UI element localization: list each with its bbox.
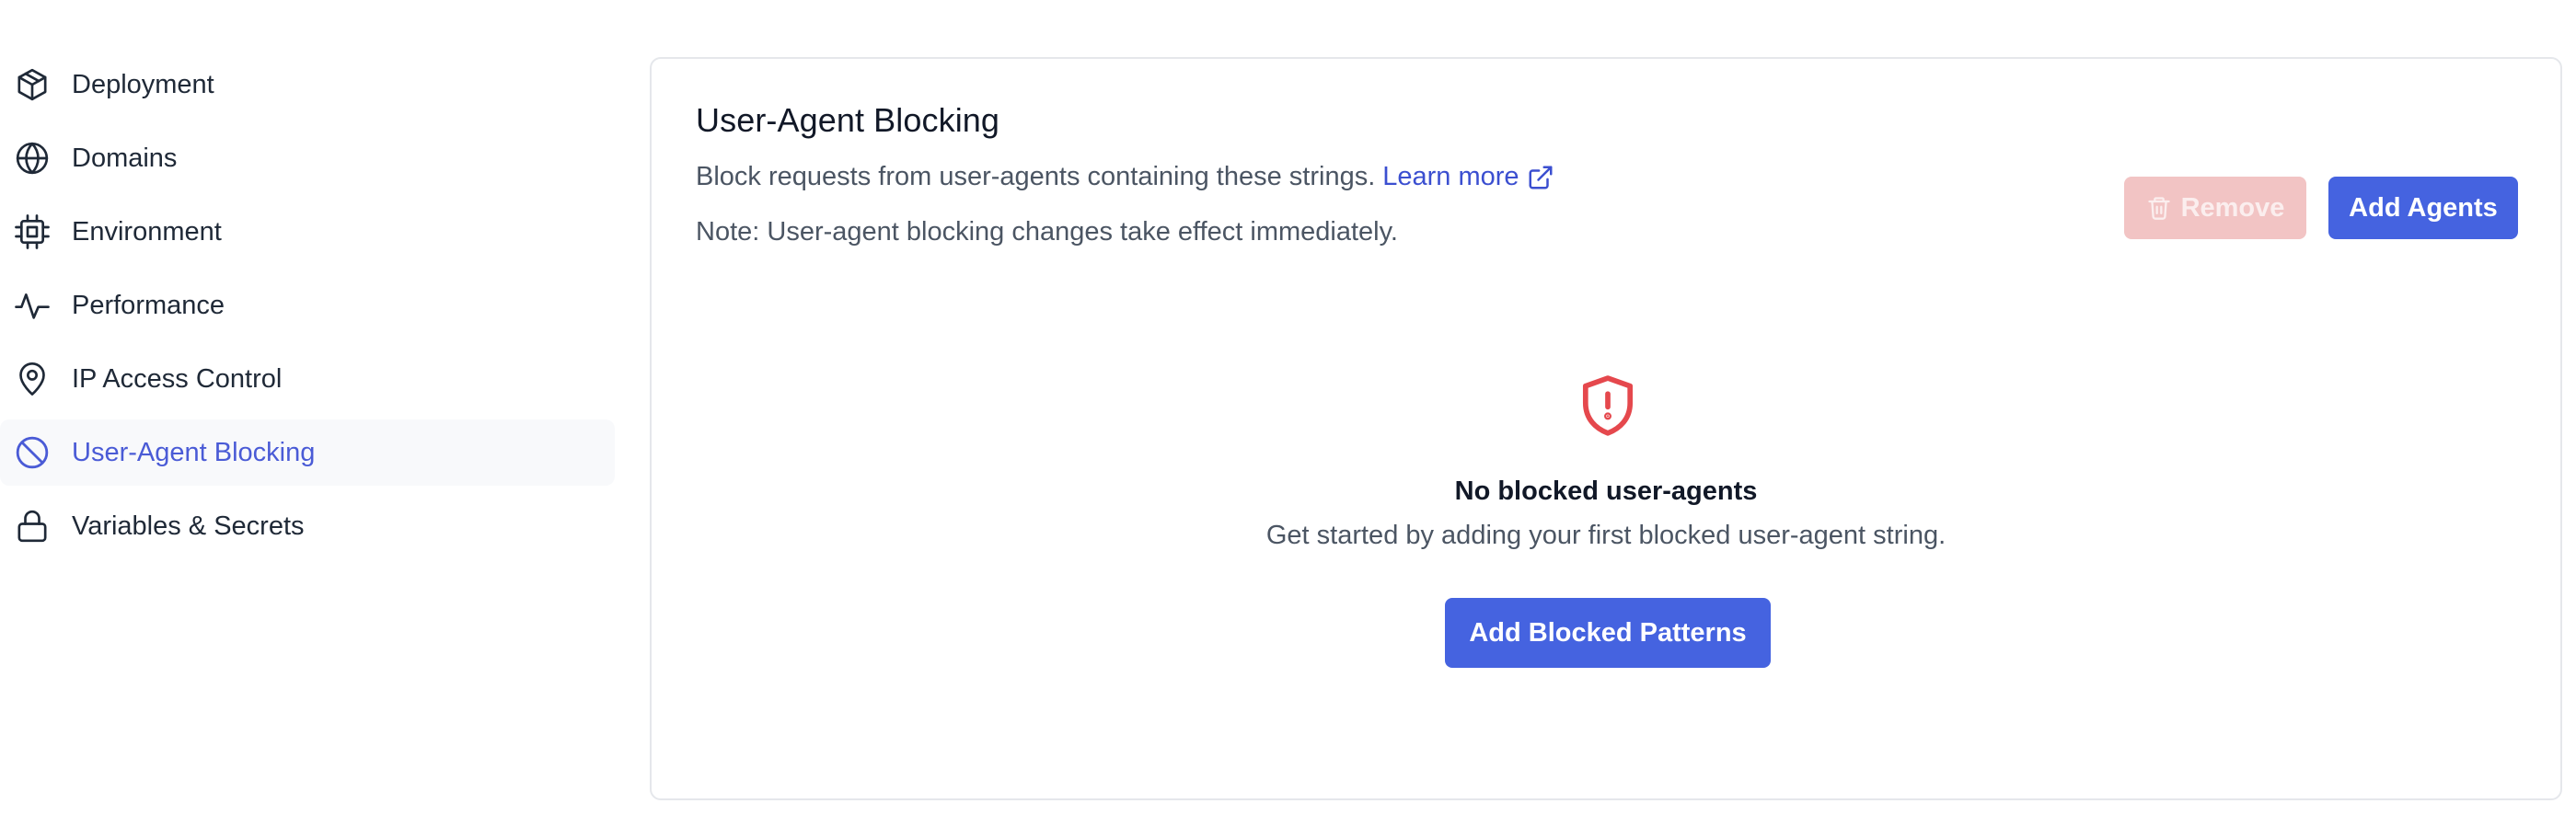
shield-alert-icon bbox=[1576, 372, 1640, 440]
map-pin-icon bbox=[13, 360, 52, 398]
sidebar-item-label: Performance bbox=[72, 290, 225, 320]
sidebar-item-user-agent-blocking[interactable]: User-Agent Blocking bbox=[0, 419, 615, 486]
sidebar-item-ip-access-control[interactable]: IP Access Control bbox=[0, 346, 615, 412]
empty-state-title: No blocked user-agents bbox=[1454, 476, 1758, 506]
app-root: Deployment Domains Environment Performan… bbox=[0, 0, 2576, 838]
sidebar-item-label: Domains bbox=[72, 143, 178, 173]
lock-icon bbox=[13, 507, 52, 545]
sidebar-item-variables-secrets[interactable]: Variables & Secrets bbox=[0, 493, 615, 559]
empty-state: No blocked user-agents Get started by ad… bbox=[652, 59, 2560, 798]
sidebar-item-label: Environment bbox=[72, 216, 222, 247]
user-agent-blocking-card: User-Agent Blocking Block requests from … bbox=[650, 57, 2562, 800]
activity-icon bbox=[13, 286, 52, 325]
globe-icon bbox=[13, 139, 52, 178]
sidebar-item-performance[interactable]: Performance bbox=[0, 272, 615, 339]
add-blocked-patterns-button[interactable]: Add Blocked Patterns bbox=[1445, 598, 1771, 668]
sidebar-item-label: Deployment bbox=[72, 69, 214, 99]
sidebar-item-environment[interactable]: Environment bbox=[0, 199, 615, 265]
sidebar-item-deployment[interactable]: Deployment bbox=[0, 52, 615, 118]
package-icon bbox=[13, 65, 52, 104]
cpu-icon bbox=[13, 212, 52, 251]
sidebar-item-label: IP Access Control bbox=[72, 363, 283, 394]
sidebar-item-label: Variables & Secrets bbox=[72, 511, 305, 541]
settings-sidebar: Deployment Domains Environment Performan… bbox=[0, 52, 615, 567]
sidebar-item-domains[interactable]: Domains bbox=[0, 125, 615, 191]
empty-state-subtitle: Get started by adding your first blocked… bbox=[1265, 521, 1946, 550]
ban-icon bbox=[13, 433, 52, 472]
sidebar-item-label: User-Agent Blocking bbox=[72, 437, 316, 467]
